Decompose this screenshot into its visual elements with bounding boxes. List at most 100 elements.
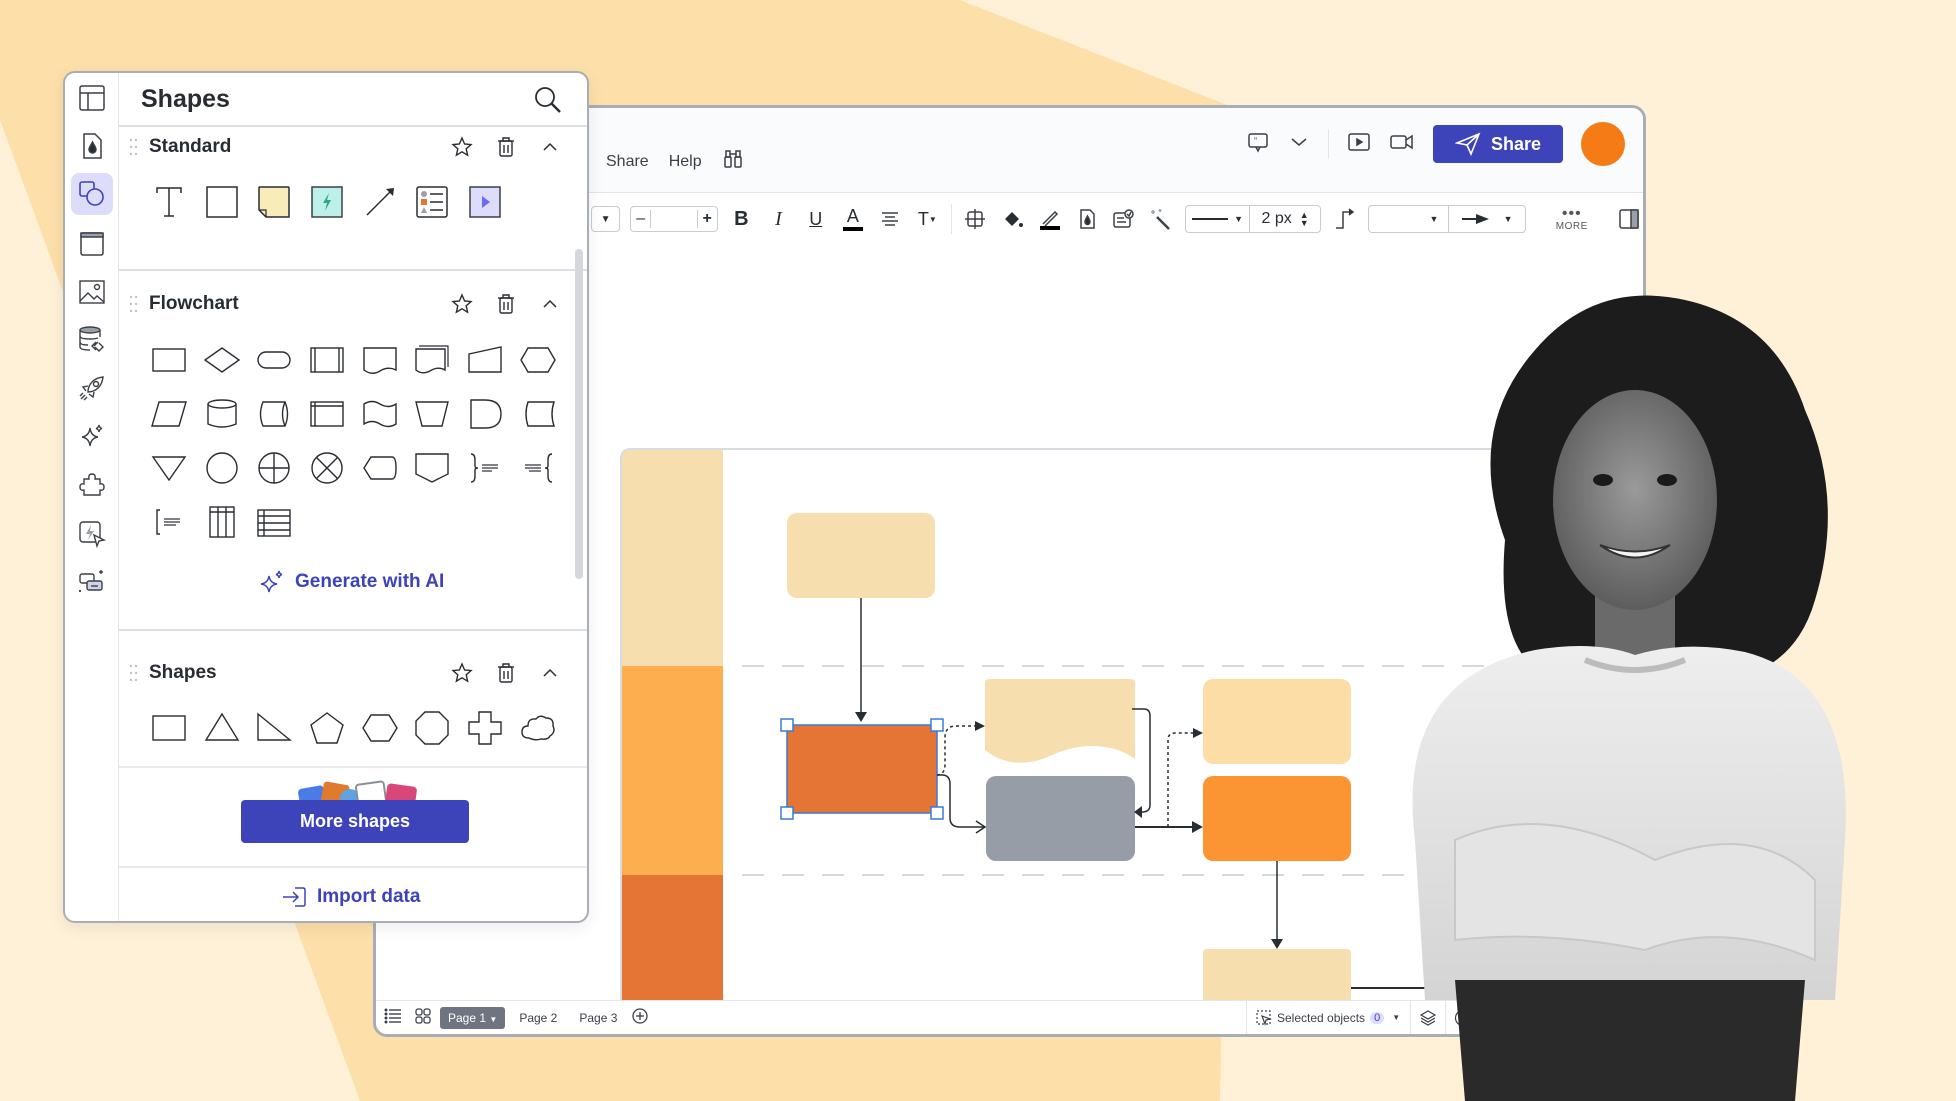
page-tab-3[interactable]: Page 3 [571,1007,625,1029]
shape-table-columns[interactable] [202,505,242,539]
shape-pentagon[interactable] [307,711,347,745]
comment-icon[interactable]: ” [1246,130,1270,159]
rail-quick-actions[interactable] [71,513,113,555]
shape-list-card[interactable] [412,185,452,219]
star-icon[interactable] [451,293,473,315]
font-dropdown[interactable]: ▼ [591,206,621,232]
more-button[interactable]: ••• MORE [1556,206,1588,232]
section-flowchart-header[interactable]: Flowchart [119,289,587,319]
section-shapes-header[interactable]: Shapes [119,658,587,688]
shape-triangle[interactable] [202,711,242,745]
chevron-up-icon[interactable] [539,662,561,684]
shape-multiple-documents[interactable] [412,343,452,377]
trash-icon[interactable] [495,293,517,315]
shape-table-rows[interactable] [254,505,294,539]
fill-bucket-icon[interactable] [999,205,1026,233]
start-arrow-dropdown[interactable]: ▼ [1369,206,1450,232]
drag-handle-icon[interactable] [129,138,139,156]
italic-icon[interactable]: I [765,205,792,233]
trash-icon[interactable] [495,662,517,684]
shape-document[interactable] [360,343,400,377]
text-color-icon[interactable]: A [839,205,866,233]
rail-frame[interactable] [71,223,113,265]
shape-paper-tape[interactable] [360,397,400,431]
shape-video-block[interactable] [465,185,505,219]
shape-preparation[interactable] [518,343,558,377]
end-arrow-dropdown[interactable]: ▼ [1449,213,1524,225]
shape-or[interactable] [254,451,294,485]
chevron-up-icon[interactable] [539,136,561,158]
search-icon[interactable] [533,85,563,120]
page-tab-2[interactable]: Page 2 [511,1007,565,1029]
drag-handle-icon[interactable] [129,664,139,682]
rail-data[interactable] [71,319,113,361]
rail-launch[interactable] [71,367,113,409]
shape-predefined-process[interactable] [307,343,347,377]
shape-direct-access-storage[interactable] [254,397,294,431]
selected-process-shape[interactable] [786,724,938,814]
panel-toggle-icon[interactable] [1616,205,1643,233]
swimlane-header-1[interactable] [622,450,723,666]
underline-icon[interactable]: U [802,205,829,233]
more-shapes-button[interactable]: More shapes [241,800,469,843]
list-view-icon[interactable] [384,1007,402,1028]
selection-handle[interactable] [930,806,944,820]
line-width-input[interactable]: 2 px ▲ ▼ [1250,210,1320,228]
shape-terminator[interactable] [254,343,294,377]
connector-style-icon[interactable] [1331,205,1358,233]
shape-stored-data[interactable] [518,397,558,431]
grid-view-icon[interactable] [414,1007,432,1028]
rail-images[interactable] [71,271,113,313]
shape-sticky-note[interactable] [254,185,294,219]
generate-with-ai-link[interactable]: Generate with AI [259,569,444,595]
increase-font-button[interactable]: + [696,210,717,228]
shape-summing-junction[interactable] [307,451,347,485]
align-icon[interactable] [877,205,904,233]
chevron-up-icon[interactable] [539,293,561,315]
bold-icon[interactable]: B [728,205,755,233]
shape-cross[interactable] [465,711,505,745]
shape-manual-operation[interactable] [412,397,452,431]
shape-off-page-link[interactable] [412,451,452,485]
section-standard-header[interactable]: Standard [119,132,587,162]
text-options-icon[interactable]: T ▼ [914,205,941,233]
theme-drop-icon[interactable] [1073,205,1100,233]
shape-merge[interactable] [149,451,189,485]
rail-shapes[interactable] [71,173,113,215]
shape-internal-storage[interactable] [307,397,347,431]
magic-wand-icon[interactable] [1148,205,1175,233]
shape-annotation-right[interactable] [465,451,505,485]
decrease-font-button[interactable]: – [631,210,652,228]
rail-layout[interactable] [71,77,113,119]
import-data-link[interactable]: Import data [281,885,420,909]
rail-theme[interactable] [71,125,113,167]
line-color-icon[interactable] [1036,205,1063,233]
chevron-down-icon[interactable] [1288,131,1310,158]
shape-manual-input[interactable] [465,343,505,377]
line-style-control[interactable]: ▼ 2 px ▲ ▼ [1185,205,1322,233]
share-button[interactable]: Share [1433,125,1563,163]
shape-cloud[interactable] [518,711,558,745]
selection-handle[interactable] [780,806,794,820]
shape-octagon[interactable] [412,711,452,745]
rail-ai[interactable] [71,415,113,457]
trash-icon[interactable] [495,136,517,158]
add-page-icon[interactable] [631,1007,649,1028]
shape-database[interactable] [202,397,242,431]
shape-process[interactable] [149,343,189,377]
shape-action-block[interactable] [307,185,347,219]
style-check-icon[interactable] [1111,205,1138,233]
present-icon[interactable] [1347,130,1371,159]
arrow-style-control[interactable]: ▼ ▼ [1368,205,1526,233]
binoculars-icon[interactable] [722,148,744,175]
star-icon[interactable] [451,136,473,158]
video-icon[interactable] [1389,130,1415,159]
gray-process-shape[interactable] [986,776,1135,861]
menu-share[interactable]: Share [606,153,649,171]
shape-decision[interactable] [202,343,242,377]
start-process-shape[interactable] [787,513,935,598]
shape-arrow[interactable] [360,185,400,219]
drag-handle-icon[interactable] [129,295,139,313]
shape-text[interactable] [149,185,189,219]
line-style-dropdown[interactable]: ▼ [1186,206,1251,232]
